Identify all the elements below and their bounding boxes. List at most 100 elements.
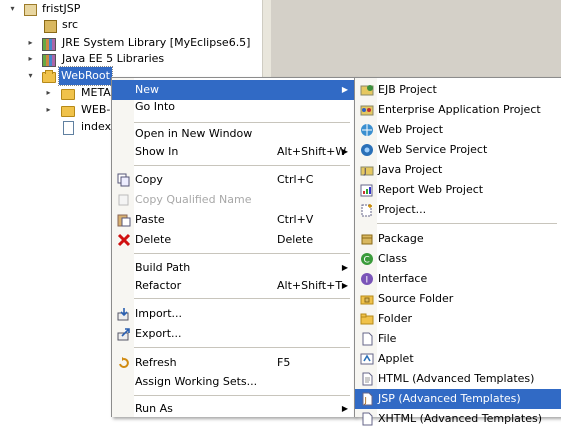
new-class[interactable]: C Class (355, 249, 561, 269)
menu-item-label: Report Web Project (378, 183, 484, 196)
menu-item-assign-working-sets[interactable]: Assign Working Sets... (112, 372, 354, 392)
refresh-icon (117, 356, 131, 370)
menu-item-import[interactable]: Import... (112, 304, 354, 324)
export-icon (117, 327, 131, 341)
new-project-icon (360, 203, 374, 217)
new-web-project[interactable]: Web Project (355, 120, 561, 140)
collapse-icon[interactable]: ▾ (26, 67, 35, 85)
menu-item-refactor[interactable]: Refactor Alt+Shift+T ▶ (112, 276, 354, 296)
java-project-icon: J (360, 163, 374, 177)
menu-separator (134, 298, 350, 299)
context-menu: New ▶ Go Into Open in New Window Show In… (111, 77, 355, 417)
svg-text:I: I (366, 276, 369, 286)
menu-item-label: Assign Working Sets... (135, 375, 258, 388)
menu-separator (134, 347, 350, 348)
new-file[interactable]: File (355, 329, 561, 349)
menu-item-copy-qualified-name: Copy Qualified Name (112, 190, 354, 210)
tree-item-label: index. (81, 120, 115, 133)
xhtml-file-icon (360, 412, 374, 426)
menu-item-export[interactable]: Export... (112, 324, 354, 344)
menu-item-label: Go Into (135, 100, 176, 113)
new-xhtml-advanced-templates[interactable]: XHTML (Advanced Templates) (355, 409, 561, 429)
menu-separator (134, 395, 350, 396)
tree-item-label: META- (81, 86, 115, 99)
menu-item-label: Copy (135, 173, 163, 186)
menu-item-refresh[interactable]: Refresh F5 (112, 353, 354, 373)
menu-item-label: Interface (378, 272, 428, 285)
new-interface[interactable]: I Interface (355, 269, 561, 289)
new-report-web-project[interactable]: Report Web Project (355, 180, 561, 200)
menu-item-copy[interactable]: Copy Ctrl+C (112, 170, 354, 190)
menu-item-label: Paste (135, 213, 165, 226)
import-icon (117, 307, 131, 321)
copy-qualified-icon (117, 193, 131, 207)
tree-item-label: WEB-I (81, 103, 114, 116)
expand-icon[interactable]: ▸ (44, 84, 53, 102)
new-html-advanced-templates[interactable]: HTML (Advanced Templates) (355, 369, 561, 389)
menu-item-label: Refresh (135, 356, 177, 369)
menu-item-shortcut: F5 (277, 356, 291, 369)
menu-separator (377, 223, 557, 224)
new-project[interactable]: Project... (355, 200, 561, 220)
new-package[interactable]: Package (355, 229, 561, 249)
new-ejb-project[interactable]: EJB Project (355, 80, 561, 100)
class-icon: C (360, 252, 374, 266)
submenu-arrow-icon: ▶ (341, 263, 348, 272)
expand-icon[interactable]: ▸ (44, 101, 53, 119)
new-submenu: EJB Project Enterprise Application Proje… (354, 77, 561, 426)
web-service-project-icon (360, 143, 374, 157)
menu-item-label: Package (378, 232, 424, 245)
menu-item-paste[interactable]: Paste Ctrl+V (112, 210, 354, 230)
menu-separator (134, 165, 350, 166)
menu-separator (134, 253, 350, 254)
new-folder[interactable]: Folder (355, 309, 561, 329)
new-java-project[interactable]: J Java Project (355, 160, 561, 180)
source-folder-icon (360, 292, 374, 306)
menu-item-shortcut: Delete (277, 233, 314, 246)
library-icon (42, 54, 56, 67)
menu-item-label: Import... (135, 307, 182, 320)
menu-item-delete[interactable]: Delete Delete (112, 230, 354, 250)
menu-item-show-in[interactable]: Show In Alt+Shift+W ▶ (112, 142, 354, 162)
jsp-file-icon: J (360, 392, 374, 406)
new-applet[interactable]: Applet (355, 349, 561, 369)
menu-item-label: Copy Qualified Name (135, 193, 252, 206)
file-icon (360, 332, 374, 346)
menu-item-run-as[interactable]: Run As ▶ (112, 399, 354, 419)
new-jsp-advanced-templates[interactable]: J JSP (Advanced Templates) (355, 389, 561, 409)
menu-item-label: HTML (Advanced Templates) (378, 372, 535, 385)
ejb-project-icon (360, 83, 374, 97)
tree-item-label: WebRoot (58, 66, 113, 86)
tree-item-src[interactable]: src (0, 16, 262, 34)
tree-item-label: src (62, 18, 79, 31)
menu-item-label: EJB Project (378, 83, 437, 96)
new-source-folder[interactable]: Source Folder (355, 289, 561, 309)
package-icon (360, 232, 374, 246)
menu-item-label: Show In (135, 145, 179, 158)
menu-item-label: Delete (135, 233, 172, 246)
menu-item-label: Source Folder (378, 292, 454, 305)
enterprise-project-icon (360, 103, 374, 117)
expand-icon[interactable]: ▸ (26, 50, 35, 68)
paste-icon (117, 213, 131, 227)
delete-icon (117, 233, 131, 247)
interface-icon: I (360, 272, 374, 286)
menu-item-label: Build Path (135, 261, 191, 274)
svg-text:J: J (363, 167, 366, 176)
menu-item-label: Refactor (135, 279, 182, 292)
submenu-arrow-icon: ▶ (341, 147, 348, 156)
new-enterprise-application-project[interactable]: Enterprise Application Project (355, 100, 561, 120)
menu-separator (134, 122, 350, 123)
menu-item-label: File (378, 332, 397, 345)
menu-item-label: Open in New Window (135, 127, 253, 140)
menu-item-label: Web Project (378, 123, 444, 136)
menu-item-label: Folder (378, 312, 412, 325)
folder-icon (360, 312, 374, 326)
menu-item-open-new-window[interactable]: Open in New Window (112, 124, 354, 144)
source-folder-icon (44, 20, 57, 33)
menu-item-build-path[interactable]: Build Path ▶ (112, 258, 354, 278)
svg-text:J: J (364, 396, 367, 405)
menu-item-go-into[interactable]: Go Into (112, 97, 354, 117)
new-web-service-project[interactable]: Web Service Project (355, 140, 561, 160)
tree-item-javaee-libraries[interactable]: ▸ Java EE 5 Libraries (0, 50, 262, 68)
